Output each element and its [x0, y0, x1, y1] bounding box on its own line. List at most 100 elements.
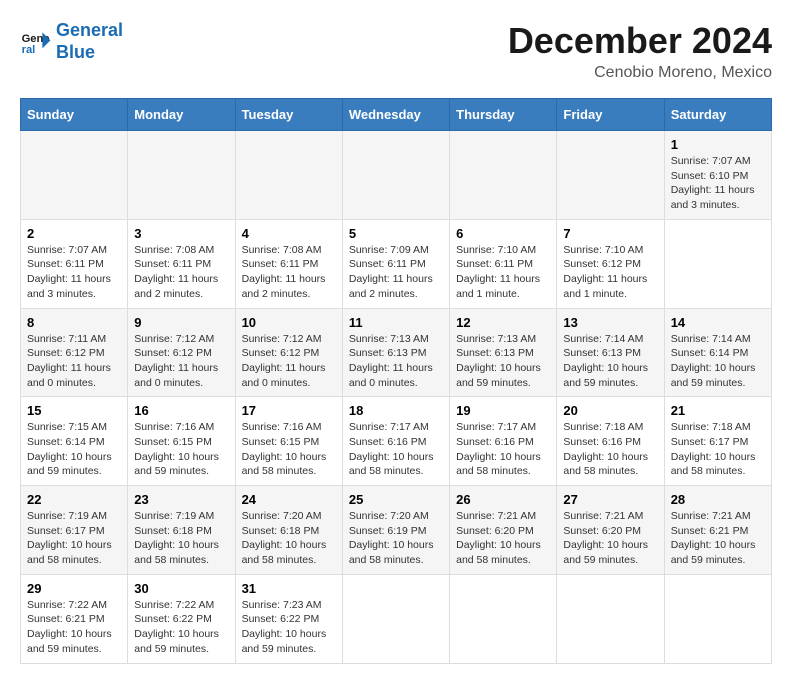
day-info: Sunrise: 7:19 AMSunset: 6:17 PMDaylight:… — [27, 510, 112, 566]
day-number: 31 — [242, 581, 336, 596]
day-info: Sunrise: 7:22 AMSunset: 6:22 PMDaylight:… — [134, 599, 219, 655]
day-number: 20 — [563, 403, 657, 418]
empty-cell — [557, 131, 664, 220]
day-number: 4 — [242, 226, 336, 241]
calendar-day-15: 15 Sunrise: 7:15 AMSunset: 6:14 PMDaylig… — [21, 397, 128, 486]
header-day-monday: Monday — [128, 99, 235, 131]
logo: Gene ral General Blue — [20, 20, 123, 63]
calendar-week-4: 15 Sunrise: 7:15 AMSunset: 6:14 PMDaylig… — [21, 397, 772, 486]
day-number: 22 — [27, 492, 121, 507]
calendar-week-5: 22 Sunrise: 7:19 AMSunset: 6:17 PMDaylig… — [21, 486, 772, 575]
day-number: 14 — [671, 315, 765, 330]
calendar-week-2: 2 Sunrise: 7:07 AMSunset: 6:11 PMDayligh… — [21, 219, 772, 308]
day-info: Sunrise: 7:07 AMSunset: 6:11 PMDaylight:… — [27, 244, 111, 300]
logo-line2: Blue — [56, 42, 95, 62]
calendar-day-11: 11 Sunrise: 7:13 AMSunset: 6:13 PMDaylig… — [342, 308, 449, 397]
day-info: Sunrise: 7:13 AMSunset: 6:13 PMDaylight:… — [349, 333, 433, 389]
calendar-header: SundayMondayTuesdayWednesdayThursdayFrid… — [21, 99, 772, 131]
header-day-wednesday: Wednesday — [342, 99, 449, 131]
empty-cell — [342, 574, 449, 663]
day-number: 12 — [456, 315, 550, 330]
calendar-day-20: 20 Sunrise: 7:18 AMSunset: 6:16 PMDaylig… — [557, 397, 664, 486]
calendar-day-25: 25 Sunrise: 7:20 AMSunset: 6:19 PMDaylig… — [342, 486, 449, 575]
empty-cell — [557, 574, 664, 663]
day-info: Sunrise: 7:23 AMSunset: 6:22 PMDaylight:… — [242, 599, 327, 655]
calendar-day-23: 23 Sunrise: 7:19 AMSunset: 6:18 PMDaylig… — [128, 486, 235, 575]
header-day-sunday: Sunday — [21, 99, 128, 131]
header-day-friday: Friday — [557, 99, 664, 131]
calendar-day-3: 3 Sunrise: 7:08 AMSunset: 6:11 PMDayligh… — [128, 219, 235, 308]
day-info: Sunrise: 7:21 AMSunset: 6:21 PMDaylight:… — [671, 510, 756, 566]
calendar-day-27: 27 Sunrise: 7:21 AMSunset: 6:20 PMDaylig… — [557, 486, 664, 575]
day-number: 30 — [134, 581, 228, 596]
day-number: 15 — [27, 403, 121, 418]
day-info: Sunrise: 7:14 AMSunset: 6:13 PMDaylight:… — [563, 333, 648, 389]
empty-cell — [235, 131, 342, 220]
logo-icon: Gene ral — [20, 26, 52, 58]
day-info: Sunrise: 7:17 AMSunset: 6:16 PMDaylight:… — [456, 421, 541, 477]
day-info: Sunrise: 7:21 AMSunset: 6:20 PMDaylight:… — [456, 510, 541, 566]
calendar-day-4: 4 Sunrise: 7:08 AMSunset: 6:11 PMDayligh… — [235, 219, 342, 308]
location-title: Cenobio Moreno, Mexico — [508, 64, 772, 82]
day-number: 3 — [134, 226, 228, 241]
calendar-day-14: 14 Sunrise: 7:14 AMSunset: 6:14 PMDaylig… — [664, 308, 771, 397]
calendar-week-6: 29 Sunrise: 7:22 AMSunset: 6:21 PMDaylig… — [21, 574, 772, 663]
day-number: 29 — [27, 581, 121, 596]
header-day-tuesday: Tuesday — [235, 99, 342, 131]
calendar-table: SundayMondayTuesdayWednesdayThursdayFrid… — [20, 98, 772, 664]
day-info: Sunrise: 7:16 AMSunset: 6:15 PMDaylight:… — [242, 421, 327, 477]
calendar-day-28: 28 Sunrise: 7:21 AMSunset: 6:21 PMDaylig… — [664, 486, 771, 575]
calendar-day-1: 1 Sunrise: 7:07 AMSunset: 6:10 PMDayligh… — [664, 131, 771, 220]
day-info: Sunrise: 7:12 AMSunset: 6:12 PMDaylight:… — [242, 333, 326, 389]
calendar-day-13: 13 Sunrise: 7:14 AMSunset: 6:13 PMDaylig… — [557, 308, 664, 397]
day-number: 9 — [134, 315, 228, 330]
calendar-day-12: 12 Sunrise: 7:13 AMSunset: 6:13 PMDaylig… — [450, 308, 557, 397]
calendar-week-1: 1 Sunrise: 7:07 AMSunset: 6:10 PMDayligh… — [21, 131, 772, 220]
day-number: 16 — [134, 403, 228, 418]
day-info: Sunrise: 7:10 AMSunset: 6:12 PMDaylight:… — [563, 244, 647, 300]
calendar-day-26: 26 Sunrise: 7:21 AMSunset: 6:20 PMDaylig… — [450, 486, 557, 575]
header-day-thursday: Thursday — [450, 99, 557, 131]
day-number: 23 — [134, 492, 228, 507]
svg-text:ral: ral — [22, 44, 36, 56]
day-info: Sunrise: 7:12 AMSunset: 6:12 PMDaylight:… — [134, 333, 218, 389]
day-number: 13 — [563, 315, 657, 330]
day-info: Sunrise: 7:15 AMSunset: 6:14 PMDaylight:… — [27, 421, 112, 477]
calendar-day-17: 17 Sunrise: 7:16 AMSunset: 6:15 PMDaylig… — [235, 397, 342, 486]
month-title: December 2024 — [508, 20, 772, 62]
day-number: 19 — [456, 403, 550, 418]
calendar-day-22: 22 Sunrise: 7:19 AMSunset: 6:17 PMDaylig… — [21, 486, 128, 575]
day-number: 1 — [671, 137, 765, 152]
day-info: Sunrise: 7:07 AMSunset: 6:10 PMDaylight:… — [671, 155, 755, 211]
day-number: 17 — [242, 403, 336, 418]
calendar-day-16: 16 Sunrise: 7:16 AMSunset: 6:15 PMDaylig… — [128, 397, 235, 486]
calendar-body: 1 Sunrise: 7:07 AMSunset: 6:10 PMDayligh… — [21, 131, 772, 664]
calendar-day-31: 31 Sunrise: 7:23 AMSunset: 6:22 PMDaylig… — [235, 574, 342, 663]
day-info: Sunrise: 7:18 AMSunset: 6:17 PMDaylight:… — [671, 421, 756, 477]
day-info: Sunrise: 7:08 AMSunset: 6:11 PMDaylight:… — [242, 244, 326, 300]
day-info: Sunrise: 7:13 AMSunset: 6:13 PMDaylight:… — [456, 333, 541, 389]
header-row: SundayMondayTuesdayWednesdayThursdayFrid… — [21, 99, 772, 131]
empty-cell — [128, 131, 235, 220]
calendar-day-30: 30 Sunrise: 7:22 AMSunset: 6:22 PMDaylig… — [128, 574, 235, 663]
empty-cell — [342, 131, 449, 220]
calendar-day-24: 24 Sunrise: 7:20 AMSunset: 6:18 PMDaylig… — [235, 486, 342, 575]
day-number: 25 — [349, 492, 443, 507]
day-number: 8 — [27, 315, 121, 330]
day-number: 21 — [671, 403, 765, 418]
calendar-day-8: 8 Sunrise: 7:11 AMSunset: 6:12 PMDayligh… — [21, 308, 128, 397]
calendar-day-21: 21 Sunrise: 7:18 AMSunset: 6:17 PMDaylig… — [664, 397, 771, 486]
day-number: 2 — [27, 226, 121, 241]
day-info: Sunrise: 7:11 AMSunset: 6:12 PMDaylight:… — [27, 333, 111, 389]
calendar-day-5: 5 Sunrise: 7:09 AMSunset: 6:11 PMDayligh… — [342, 219, 449, 308]
calendar-day-19: 19 Sunrise: 7:17 AMSunset: 6:16 PMDaylig… — [450, 397, 557, 486]
day-number: 6 — [456, 226, 550, 241]
logo-line1: General — [56, 20, 123, 40]
calendar-day-18: 18 Sunrise: 7:17 AMSunset: 6:16 PMDaylig… — [342, 397, 449, 486]
calendar-day-6: 6 Sunrise: 7:10 AMSunset: 6:11 PMDayligh… — [450, 219, 557, 308]
empty-cell — [450, 574, 557, 663]
calendar-day-2: 2 Sunrise: 7:07 AMSunset: 6:11 PMDayligh… — [21, 219, 128, 308]
empty-cell — [664, 219, 771, 308]
day-number: 10 — [242, 315, 336, 330]
day-info: Sunrise: 7:19 AMSunset: 6:18 PMDaylight:… — [134, 510, 219, 566]
